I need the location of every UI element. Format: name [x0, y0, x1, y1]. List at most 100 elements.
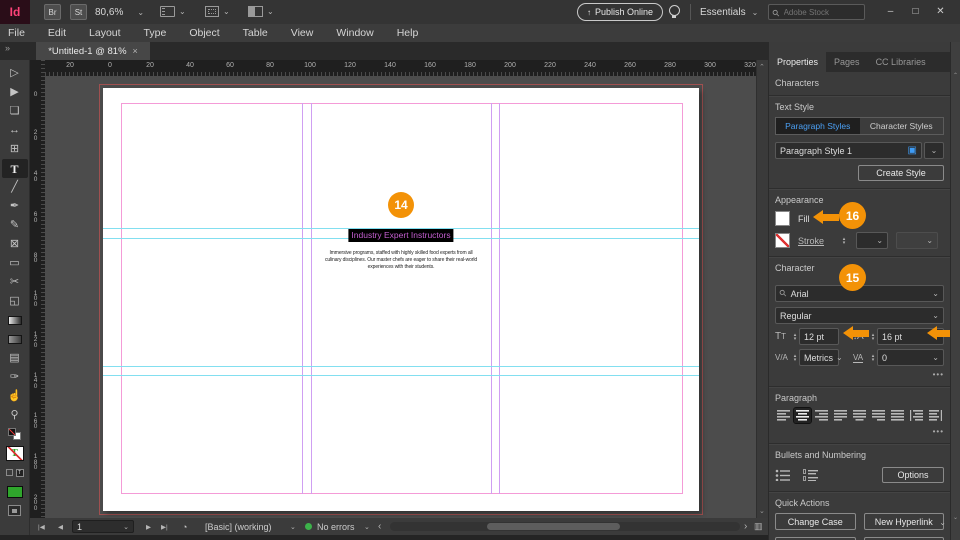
last-page-button[interactable]	[161, 518, 168, 535]
chevron-down-icon[interactable]: ⌄	[364, 518, 370, 535]
formatting-affects-text-swatch[interactable]	[2, 444, 28, 463]
preflight-status-label[interactable]: No errors	[317, 518, 355, 535]
menu-file[interactable]: File	[8, 27, 25, 39]
tracking-stepper[interactable]	[869, 354, 877, 362]
change-case-button[interactable]: Change Case	[775, 513, 856, 530]
kerning-dropdown[interactable]: Metrics	[799, 349, 839, 366]
maximize-button[interactable]: □	[903, 2, 928, 21]
close-button[interactable]: ✕	[928, 2, 953, 21]
panel-tab-cc-libraries[interactable]: CC Libraries	[868, 52, 934, 72]
chevron-down-icon[interactable]: ⌄	[123, 523, 129, 531]
first-page-button[interactable]	[38, 518, 45, 535]
container-text-toggle[interactable]: T	[2, 463, 28, 482]
paragraph-style-field[interactable]: Paragraph Style 1 ▣	[775, 142, 922, 159]
canvas-vertical-scrollbar[interactable]	[756, 60, 768, 518]
font-style-dropdown[interactable]: Regular	[775, 307, 944, 324]
spread-view-icon[interactable]	[754, 518, 763, 535]
stroke-swatch[interactable]	[775, 233, 790, 248]
leading-stepper[interactable]	[869, 333, 877, 341]
justify-all-button[interactable]	[889, 408, 906, 423]
stock-button[interactable]: St	[70, 4, 87, 20]
next-page-button[interactable]	[146, 518, 151, 535]
type-tool[interactable]: T	[1, 159, 28, 178]
view-options-button[interactable]: ⌄	[160, 6, 186, 17]
page-tool[interactable]: ❏	[2, 102, 28, 121]
align-away-spine-button[interactable]	[927, 408, 944, 423]
adobe-stock-search[interactable]	[768, 4, 865, 20]
zoom-tool[interactable]: ⚲	[2, 406, 28, 425]
scroll-down-icon[interactable]	[759, 507, 765, 515]
bridge-button[interactable]: Br	[44, 4, 61, 20]
preflight-icon[interactable]	[182, 518, 187, 535]
document-page[interactable]: 14 Industry Expert Instructors Immersive…	[103, 88, 699, 511]
scrollbar-thumb[interactable]	[487, 523, 620, 530]
stroke-type-dropdown[interactable]	[896, 232, 939, 249]
close-tab-icon[interactable]: ×	[133, 46, 138, 56]
more-options-icon[interactable]: •••	[933, 427, 944, 436]
previous-page-button[interactable]	[58, 518, 63, 535]
frame-tool[interactable]: ⊠	[2, 235, 28, 254]
redefine-style-icon[interactable]: ▣	[908, 145, 917, 156]
document-canvas[interactable]: 14 Industry Expert Instructors Immersive…	[45, 76, 756, 518]
character-styles-tab[interactable]: Character Styles	[859, 118, 943, 134]
justify-last-right-button[interactable]	[870, 408, 887, 423]
stroke-weight-field[interactable]	[856, 232, 889, 249]
free-transform-tool[interactable]: ◱	[2, 292, 28, 311]
scissors-tool[interactable]: ✂	[2, 273, 28, 292]
search-input[interactable]	[783, 7, 854, 17]
gap-tool[interactable]: ↔	[2, 121, 28, 140]
font-size-stepper[interactable]	[791, 333, 799, 341]
chevron-down-icon[interactable]: ⌄	[290, 518, 296, 535]
lightbulb-icon[interactable]	[668, 5, 680, 19]
align-left-button[interactable]	[775, 408, 792, 423]
note-tool[interactable]: ▤	[2, 349, 28, 368]
align-center-button[interactable]	[793, 407, 812, 424]
bullets-options-button[interactable]: Options	[882, 467, 944, 483]
scroll-up-icon[interactable]	[759, 63, 765, 71]
pencil-tool[interactable]: ✎	[2, 216, 28, 235]
menu-table[interactable]: Table	[243, 27, 268, 39]
hand-tool[interactable]: ☝	[2, 387, 28, 406]
scroll-left-icon[interactable]	[378, 518, 381, 535]
screen-mode-menu-button[interactable]: ⌄	[205, 6, 230, 17]
selection-tool[interactable]: ▷	[2, 64, 28, 83]
direct-selection-tool[interactable]: ▶	[2, 83, 28, 102]
tools-expander-icon[interactable]: »	[5, 43, 10, 53]
menu-object[interactable]: Object	[189, 27, 219, 39]
fill-swatch[interactable]	[775, 211, 790, 226]
document-tab[interactable]: *Untitled-1 @ 81% ×	[36, 42, 150, 60]
gradient-swatch-tool[interactable]	[2, 311, 28, 330]
new-hyperlink-button[interactable]: New Hyperlink	[863, 513, 944, 530]
justify-last-center-button[interactable]	[851, 408, 868, 423]
create-style-button[interactable]: Create Style	[858, 165, 944, 181]
selected-heading-text[interactable]: Industry Expert Instructors	[348, 229, 454, 242]
chevron-down-icon[interactable]: ⌄	[939, 518, 946, 527]
more-options-icon[interactable]: •••	[933, 370, 944, 379]
preflight-profile-label[interactable]: [Basic] (working)	[205, 518, 272, 535]
page-number-field[interactable]: 1 ⌄	[72, 520, 134, 533]
stroke-weight-stepper[interactable]	[840, 237, 848, 245]
numbered-list-icon[interactable]	[803, 469, 819, 481]
align-right-button[interactable]	[813, 408, 830, 423]
publish-online-button[interactable]: ↑ Publish Online	[577, 3, 664, 21]
scroll-right-icon[interactable]	[744, 518, 747, 535]
menu-type[interactable]: Type	[144, 27, 167, 39]
paragraph-styles-tab[interactable]: Paragraph Styles	[776, 118, 860, 134]
horizontal-ruler[interactable]: 20 0 20 40 60 80 100 120 140 160 180 200 220 240 260 28…	[45, 60, 756, 76]
rectangle-tool[interactable]: ▭	[2, 254, 28, 273]
body-paragraph-text[interactable]: Immersive programs, staffed with highly …	[325, 250, 477, 271]
font-size-field[interactable]: 12 pt	[799, 328, 839, 345]
fill-stroke-swatches[interactable]	[2, 425, 28, 444]
menu-layout[interactable]: Layout	[89, 27, 121, 39]
line-tool[interactable]: ╱	[2, 178, 28, 197]
menu-view[interactable]: View	[291, 27, 314, 39]
scroll-up-icon[interactable]: ⌃	[953, 72, 958, 79]
bulleted-list-icon[interactable]	[775, 469, 791, 481]
gradient-feather-tool[interactable]	[2, 330, 28, 349]
kerning-stepper[interactable]	[791, 354, 799, 362]
arrange-documents-button[interactable]: ⌄	[248, 6, 274, 17]
style-dropdown-button[interactable]	[924, 142, 944, 159]
justify-last-left-button[interactable]	[832, 408, 849, 423]
zoom-level-value[interactable]: 80,6%	[95, 7, 123, 18]
menu-help[interactable]: Help	[397, 27, 419, 39]
